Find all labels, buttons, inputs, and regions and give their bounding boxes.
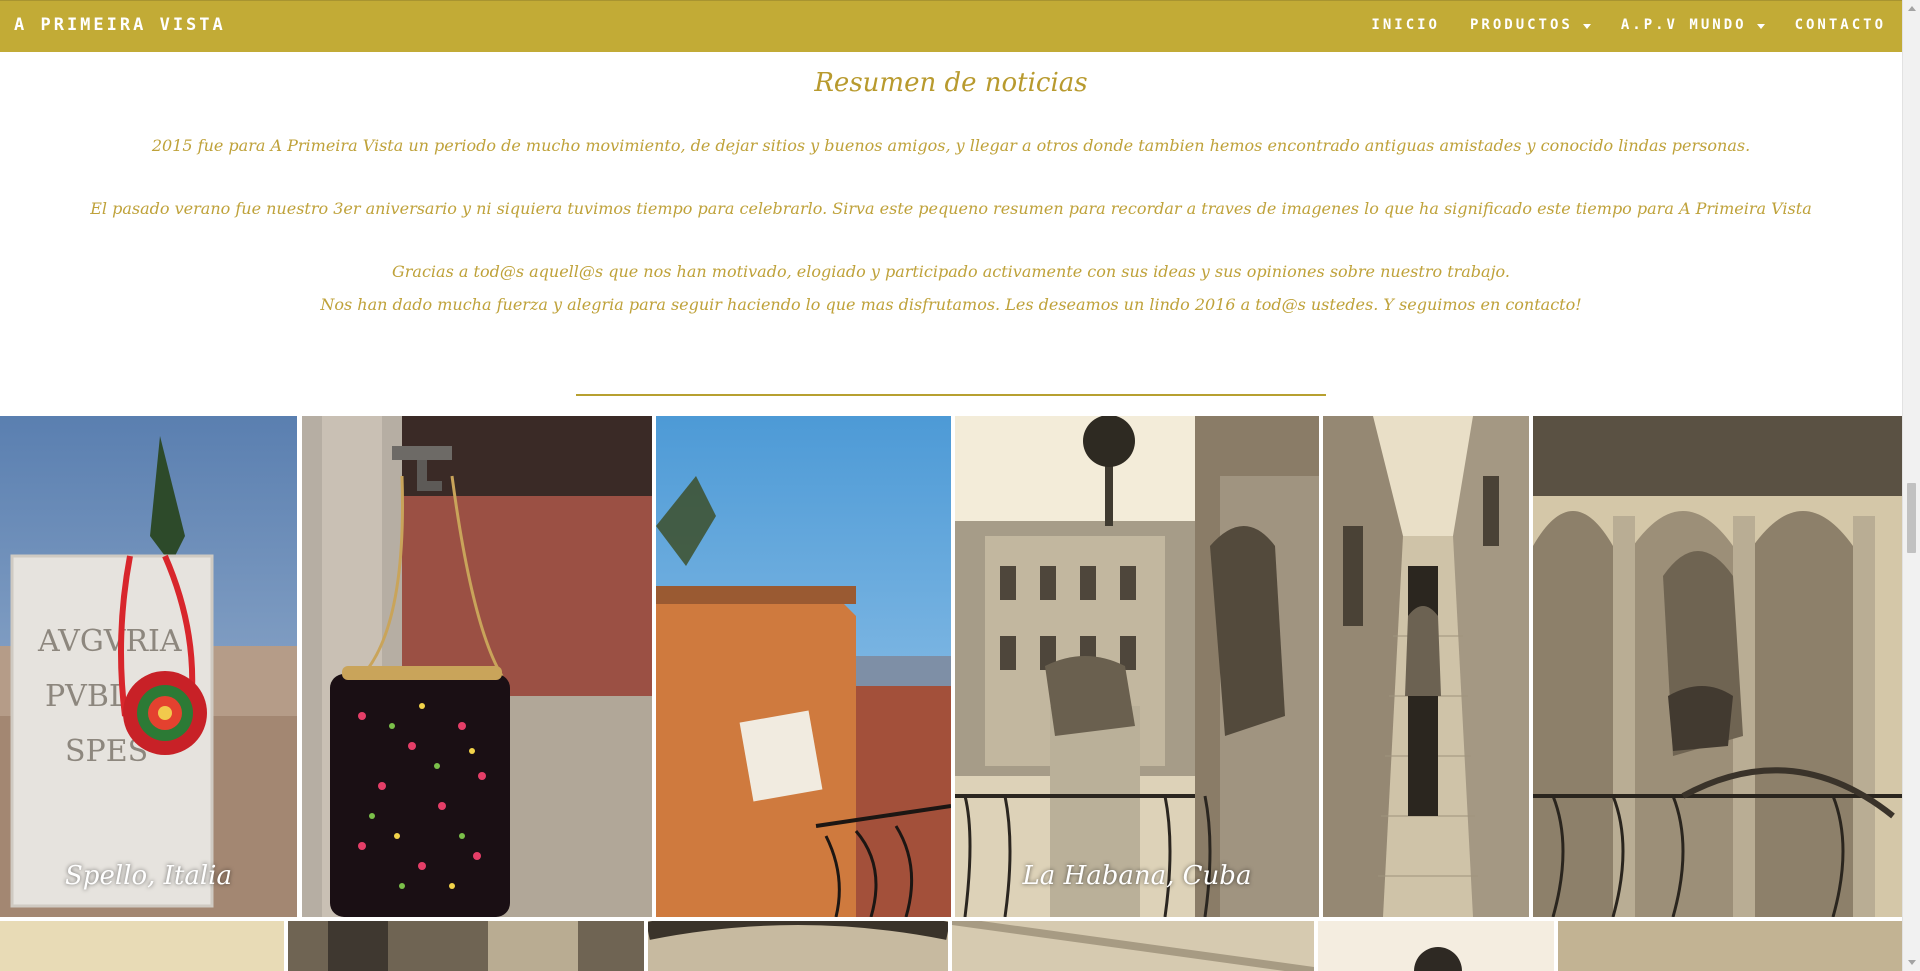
- page-scrollbar[interactable]: [1902, 0, 1920, 971]
- gallery-photo-havana-arcade[interactable]: [1533, 416, 1902, 917]
- nav-inicio[interactable]: INICIO: [1371, 17, 1440, 33]
- news-title: Resumen de noticias: [814, 68, 1088, 98]
- photo-image: [1414, 947, 1462, 971]
- scroll-down-arrow-icon[interactable]: [1908, 960, 1916, 965]
- caret-down-icon: [1756, 23, 1765, 29]
- nav-productos-label: PRODUCTOS: [1469, 17, 1573, 33]
- photo-image: [955, 416, 1319, 917]
- photo-gallery: AVGVRIA PVBL SPES Spello, Italia La Haba…: [0, 416, 1902, 917]
- gallery-photo-row2-5[interactable]: [1318, 921, 1554, 971]
- gallery-photo-row2-6[interactable]: [1558, 921, 1902, 971]
- photo-image: [1323, 416, 1529, 917]
- nav-inicio-label: INICIO: [1371, 17, 1440, 33]
- photo-caption: Spello, Italia: [64, 861, 232, 891]
- photo-gallery-row-2: [0, 921, 1902, 971]
- photo-image: [302, 416, 652, 917]
- gallery-photo-row2-4[interactable]: [952, 921, 1314, 971]
- photo-caption: La Habana, Cuba: [1022, 861, 1252, 891]
- news-paragraph-1: 2015 fue para A Primeira Vista un period…: [151, 136, 1751, 155]
- scrollbar-thumb[interactable]: [1907, 483, 1916, 553]
- photo-image: [952, 921, 1314, 971]
- svg-text:AVGVRIA: AVGVRIA: [37, 624, 182, 659]
- nav-contacto-label: CONTACTO: [1794, 17, 1886, 33]
- nav-apv-mundo-label: A.P.V MUNDO: [1620, 17, 1747, 33]
- section-divider: [576, 394, 1326, 396]
- photo-image: [328, 921, 578, 971]
- gallery-photo-spello-marker[interactable]: AVGVRIA PVBL SPES Spello, Italia: [0, 416, 297, 917]
- gallery-photo-havana-alley[interactable]: [1323, 416, 1529, 917]
- photo-image: AVGVRIA PVBL SPES: [0, 416, 297, 917]
- photo-image: [656, 416, 951, 917]
- photo-image: [1533, 416, 1902, 917]
- main-nav: INICIO PRODUCTOS A.P.V MUNDO CONTACTO: [1371, 17, 1886, 33]
- gallery-photo-orange-wall[interactable]: [656, 416, 951, 917]
- scroll-up-arrow-icon[interactable]: [1908, 6, 1916, 11]
- nav-apv-mundo-dropdown[interactable]: A.P.V MUNDO: [1621, 17, 1765, 33]
- gallery-photo-faucet-purse[interactable]: [302, 416, 652, 917]
- gallery-photo-row2-2[interactable]: [288, 921, 644, 971]
- brand-logo[interactable]: A PRIMEIRA VISTA: [14, 15, 226, 35]
- gallery-photo-row2-1[interactable]: [0, 921, 284, 971]
- caret-down-icon: [1582, 23, 1591, 29]
- gallery-photo-havana-street[interactable]: La Habana, Cuba: [955, 416, 1319, 917]
- nav-contacto[interactable]: CONTACTO: [1795, 17, 1886, 33]
- news-paragraph-3: Gracias a tod@s aquell@s que nos han mot…: [392, 262, 1510, 281]
- news-paragraph-4: Nos han dado mucha fuerza y alegria para…: [320, 295, 1582, 314]
- gallery-photo-row2-3[interactable]: [648, 921, 948, 971]
- news-paragraph-2: El pasado verano fue nuestro 3er anivers…: [90, 199, 1812, 218]
- nav-productos-dropdown[interactable]: PRODUCTOS: [1470, 17, 1591, 33]
- photo-image: [648, 921, 948, 940]
- top-navbar: A PRIMEIRA VISTA INICIO PRODUCTOS A.P.V …: [0, 0, 1902, 52]
- svg-text:PVBL: PVBL: [45, 679, 129, 714]
